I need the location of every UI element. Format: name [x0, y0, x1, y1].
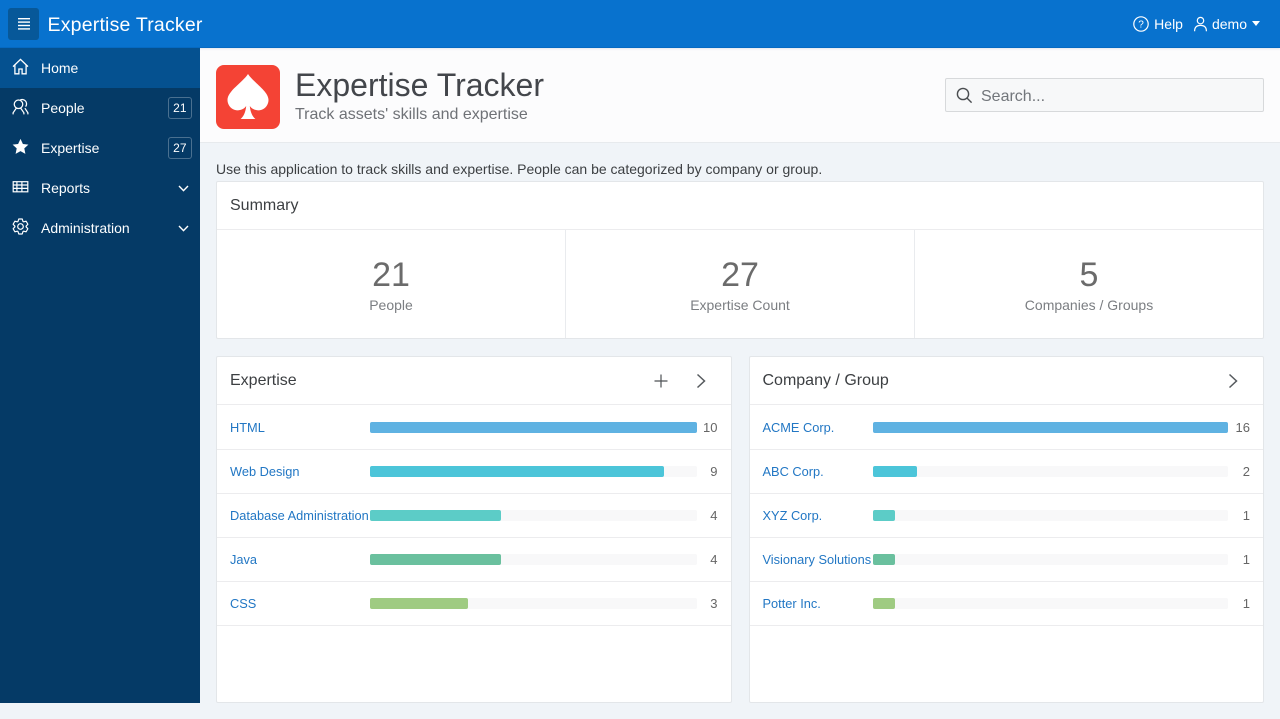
svg-text:?: ?	[1138, 19, 1144, 30]
